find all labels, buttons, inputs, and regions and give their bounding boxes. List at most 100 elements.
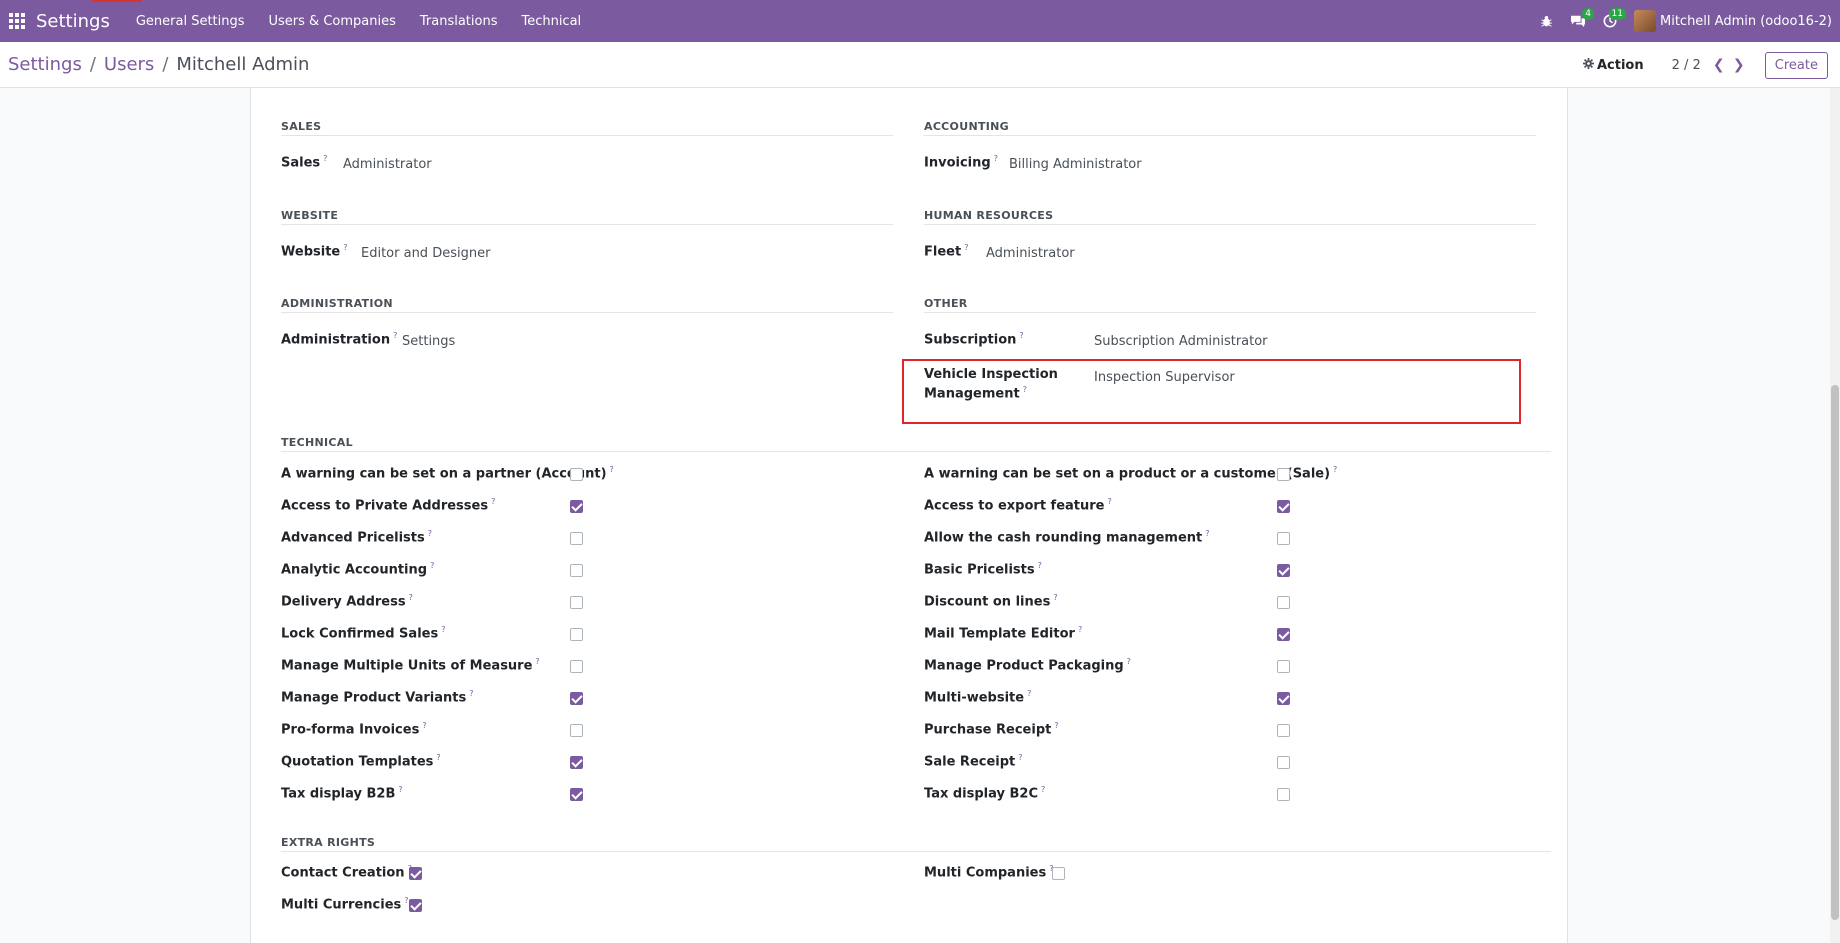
section-title-human-resources: HUMAN RESOURCES [924, 209, 1054, 222]
menu-general-settings[interactable]: General Settings [124, 14, 257, 29]
field-value-subscription[interactable]: Subscription Administrator [1094, 334, 1268, 349]
section-title-other: OTHER [924, 297, 968, 310]
checkbox-label-pro-forma-invoices: Pro-forma Invoices? [281, 721, 427, 738]
checkbox-label-multi-currencies: Multi Currencies? [281, 896, 409, 913]
field-value-fleet[interactable]: Administrator [986, 246, 1075, 261]
section-divider [924, 312, 1536, 313]
highlight-box [902, 359, 1521, 424]
checkbox-tax-display-b2b[interactable] [570, 788, 583, 801]
field-label-fleet: Fleet? [924, 243, 969, 260]
scrollbar-thumb[interactable] [1831, 385, 1839, 920]
breadcrumb-users[interactable]: Users [104, 54, 154, 75]
checkbox-quotation-templates[interactable] [570, 756, 583, 769]
checkbox-label-multi-website: Multi-website? [924, 689, 1032, 706]
breadcrumb-current: Mitchell Admin [176, 54, 310, 75]
field-label-website: Website? [281, 243, 348, 260]
section-divider [924, 135, 1536, 136]
checkbox-label-mail-template-editor: Mail Template Editor? [924, 625, 1083, 642]
checkbox-contact-creation[interactable] [409, 867, 422, 880]
field-value-administration[interactable]: Settings [402, 334, 455, 349]
section-title-accounting: ACCOUNTING [924, 120, 1009, 133]
menu-translations[interactable]: Translations [408, 14, 510, 29]
activity-clock-icon[interactable]: 11 [1594, 0, 1626, 42]
debug-bug-icon[interactable] [1530, 0, 1562, 42]
checkbox-tax-display-b2c[interactable] [1277, 788, 1290, 801]
section-divider [281, 851, 1551, 852]
checkbox-access-to-export-feature[interactable] [1277, 500, 1290, 513]
checkbox-label-delivery-address: Delivery Address? [281, 593, 413, 610]
checkbox-advanced-pricelists[interactable] [570, 532, 583, 545]
user-name: Mitchell Admin (odoo16-2) [1660, 13, 1832, 29]
pager-previous-icon[interactable]: ❮ [1709, 57, 1729, 73]
checkbox-multi-website[interactable] [1277, 692, 1290, 705]
pager-next-icon[interactable]: ❯ [1729, 57, 1749, 73]
section-divider [281, 135, 893, 136]
chat-icon[interactable]: 4 [1562, 0, 1594, 42]
checkbox-label-quotation-templates: Quotation Templates? [281, 753, 441, 770]
checkbox-label-access-to-private-addresses: Access to Private Addresses? [281, 497, 496, 514]
checkbox-basic-pricelists[interactable] [1277, 564, 1290, 577]
field-label-invoicing: Invoicing? [924, 154, 998, 171]
menu-users-companies[interactable]: Users & Companies [257, 14, 408, 29]
chat-count-badge: 4 [1582, 8, 1594, 20]
checkbox-label-contact-creation: Contact Creation? [281, 864, 412, 881]
checkbox-label-multi-companies: Multi Companies? [924, 864, 1053, 881]
create-button[interactable]: Create [1764, 51, 1828, 79]
gear-icon [1582, 57, 1594, 73]
checkbox-multi-currencies[interactable] [409, 899, 422, 912]
checkbox-discount-on-lines[interactable] [1277, 596, 1290, 609]
checkbox-mail-template-editor[interactable] [1277, 628, 1290, 641]
app-brand[interactable]: Settings [36, 11, 110, 32]
checkbox-delivery-address[interactable] [570, 596, 583, 609]
checkbox-label-discount-on-lines: Discount on lines? [924, 593, 1058, 610]
checkbox-manage-product-variants[interactable] [570, 692, 583, 705]
checkbox-label-tax-display-b2b: Tax display B2B? [281, 785, 403, 802]
breadcrumb: Settings / Users / Mitchell Admin [8, 54, 310, 75]
checkbox-label-a-warning-can-be-set-on-a-product-or-a-customer-sale: A warning can be set on a product or a c… [924, 465, 1338, 482]
apps-menu-icon[interactable] [0, 0, 34, 42]
checkbox-label-sale-receipt: Sale Receipt? [924, 753, 1023, 770]
section-divider [924, 224, 1536, 225]
field-value-website[interactable]: Editor and Designer [361, 246, 490, 261]
section-title-administration: ADMINISTRATION [281, 297, 393, 310]
top-accent-mark [92, 0, 142, 2]
checkbox-label-purchase-receipt: Purchase Receipt? [924, 721, 1059, 738]
checkbox-label-manage-product-variants: Manage Product Variants? [281, 689, 474, 706]
section-title-website: WEBSITE [281, 209, 339, 222]
section-title-technical: TECHNICAL [281, 436, 353, 449]
checkbox-manage-multiple-units-of-measure[interactable] [570, 660, 583, 673]
checkbox-pro-forma-invoices[interactable] [570, 724, 583, 737]
checkbox-a-warning-can-be-set-on-a-partner-account[interactable] [570, 468, 583, 481]
control-panel: Settings / Users / Mitchell Admin Action 2 /… [0, 42, 1840, 88]
form-sheet [250, 88, 1568, 943]
checkbox-label-advanced-pricelists: Advanced Pricelists? [281, 529, 432, 546]
checkbox-access-to-private-addresses[interactable] [570, 500, 583, 513]
section-divider [281, 451, 1551, 452]
checkbox-lock-confirmed-sales[interactable] [570, 628, 583, 641]
checkbox-label-manage-product-packaging: Manage Product Packaging? [924, 657, 1131, 674]
checkbox-label-access-to-export-feature: Access to export feature? [924, 497, 1112, 514]
menu-technical[interactable]: Technical [509, 14, 593, 29]
checkbox-a-warning-can-be-set-on-a-product-or-a-customer-sale[interactable] [1277, 468, 1290, 481]
action-button[interactable]: Action [1582, 57, 1644, 73]
breadcrumb-settings[interactable]: Settings [8, 54, 82, 75]
checkbox-purchase-receipt[interactable] [1277, 724, 1290, 737]
checkbox-label-lock-confirmed-sales: Lock Confirmed Sales? [281, 625, 446, 642]
section-title-extra-rights: EXTRA RIGHTS [281, 836, 376, 849]
checkbox-analytic-accounting[interactable] [570, 564, 583, 577]
pager-value[interactable]: 2 / 2 [1672, 58, 1701, 73]
checkbox-manage-product-packaging[interactable] [1277, 660, 1290, 673]
checkbox-label-allow-the-cash-rounding-management: Allow the cash rounding management? [924, 529, 1210, 546]
checkbox-label-basic-pricelists: Basic Pricelists? [924, 561, 1042, 578]
field-value-sales[interactable]: Administrator [343, 157, 432, 172]
action-label: Action [1596, 57, 1644, 73]
user-menu[interactable]: Mitchell Admin (odoo16-2) [1626, 10, 1840, 32]
field-label-administration: Administration? [281, 331, 398, 348]
checkbox-sale-receipt[interactable] [1277, 756, 1290, 769]
checkbox-label-tax-display-b2c: Tax display B2C? [924, 785, 1046, 802]
top-navbar: Settings General Settings Users & Compan… [0, 0, 1840, 42]
checkbox-label-analytic-accounting: Analytic Accounting? [281, 561, 435, 578]
checkbox-multi-companies[interactable] [1052, 867, 1065, 880]
checkbox-allow-the-cash-rounding-management[interactable] [1277, 532, 1290, 545]
field-value-invoicing[interactable]: Billing Administrator [1009, 157, 1142, 172]
